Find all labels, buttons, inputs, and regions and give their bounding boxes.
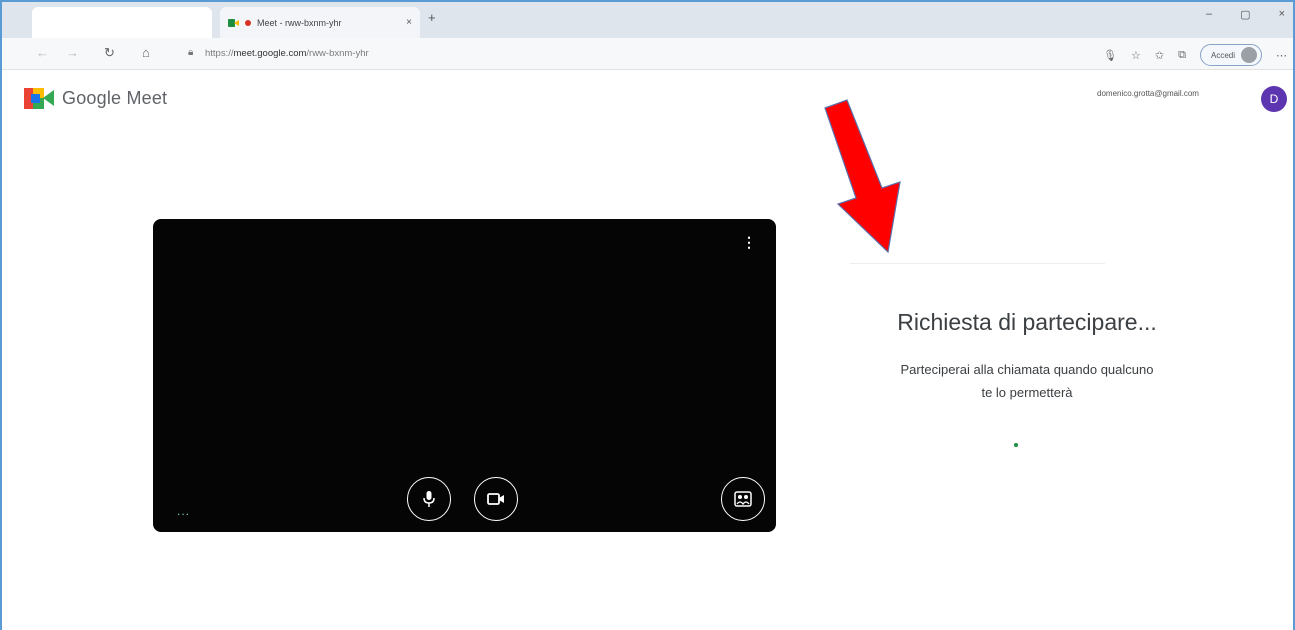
visual-effects-icon — [734, 491, 752, 507]
visual-effects-button[interactable] — [721, 477, 765, 521]
back-icon[interactable]: ← — [36, 45, 49, 60]
tab-close-button[interactable]: × — [406, 17, 412, 28]
window-controls: – ▢ × — [1206, 8, 1285, 21]
url-scheme: https:// — [205, 48, 234, 59]
signin-label: Accedi — [1210, 50, 1235, 60]
subtitle-line-2: te lo permetterà — [981, 385, 1073, 400]
join-request-title: Richiesta di partecipare... — [897, 309, 1157, 335]
join-request-subtitle: Parteciperai alla chiamata quando qualcu… — [822, 358, 1232, 404]
tab-redacted[interactable] — [32, 7, 212, 38]
audio-level-indicator: ... — [177, 504, 191, 518]
meet-logo-icon — [24, 88, 54, 109]
signin-button[interactable]: Accedi — [1199, 44, 1262, 66]
annotation-arrow-icon — [824, 99, 901, 254]
meet-logo[interactable]: Google Meet — [24, 88, 167, 109]
minimize-button[interactable]: – — [1206, 8, 1212, 21]
new-tab-button[interactable]: + — [428, 10, 436, 25]
microphone-toggle-button[interactable] — [407, 477, 451, 521]
url-path: /rww-bxnm-yhr — [306, 48, 369, 59]
toolbar-right: 🎙︎ ☆ ✩ ⧉ Accedi ⋯ — [1103, 44, 1287, 66]
account-avatar[interactable]: D — [1261, 86, 1287, 112]
loading-spinner-icon — [1014, 443, 1018, 447]
close-window-button[interactable]: × — [1279, 8, 1285, 21]
video-more-options-icon[interactable]: ⋮ — [742, 235, 756, 249]
collections-icon[interactable]: ⧉ — [1178, 49, 1186, 62]
video-preview: ⋮ ... — [153, 219, 776, 532]
profile-avatar-icon — [1241, 47, 1257, 63]
meet-favicon-icon — [228, 18, 239, 27]
divider — [850, 263, 1105, 264]
recording-indicator-icon — [245, 19, 251, 26]
tab-title: Meet - rww-bxnm-yhr — [257, 17, 342, 28]
camera-icon — [487, 493, 504, 505]
home-icon[interactable]: ⌂ — [142, 45, 150, 60]
microphone-icon — [423, 491, 435, 507]
account-email: domenico.grotta@gmail.com — [1097, 89, 1199, 98]
tab-strip: Meet - rww-bxnm-yhr × + – ▢ × — [2, 2, 1293, 38]
url-field[interactable]: https://meet.google.com/rww-bxnm-yhr — [205, 48, 369, 59]
camera-toggle-button[interactable] — [474, 477, 518, 521]
tab-meet[interactable]: Meet - rww-bxnm-yhr × — [220, 7, 420, 38]
lock-icon[interactable]: 🔒︎ — [188, 47, 193, 58]
favorite-star-icon[interactable]: ☆ — [1131, 49, 1141, 62]
maximize-button[interactable]: ▢ — [1240, 8, 1250, 21]
forward-icon[interactable]: → — [66, 45, 79, 60]
browser-window: Meet - rww-bxnm-yhr × + – ▢ × ← → ↻ ⌂ 🔒︎… — [0, 0, 1295, 630]
url-host: meet.google.com — [233, 48, 307, 59]
more-options-icon[interactable]: ⋯ — [1276, 49, 1287, 62]
refresh-icon[interactable]: ↻ — [104, 45, 115, 61]
microphone-permission-icon[interactable]: 🎙︎ — [1103, 49, 1117, 62]
subtitle-line-1: Parteciperai alla chiamata quando qualcu… — [900, 362, 1154, 377]
favorites-icon[interactable]: ✩ — [1155, 49, 1164, 62]
address-bar-row: ← → ↻ ⌂ 🔒︎ https://meet.google.com/rww-b… — [2, 38, 1293, 70]
app-name: Google Meet — [62, 88, 168, 108]
